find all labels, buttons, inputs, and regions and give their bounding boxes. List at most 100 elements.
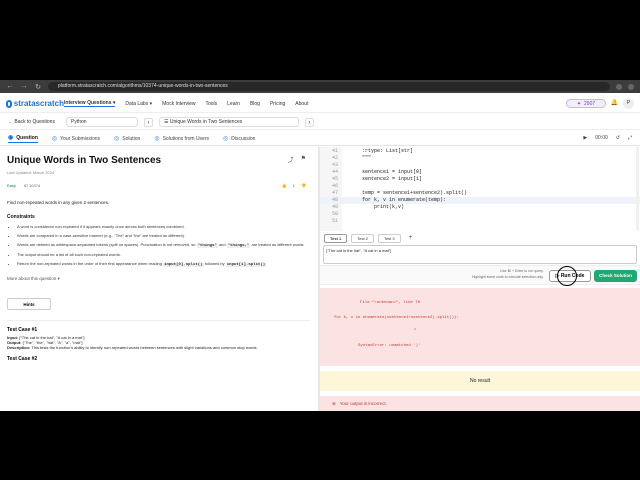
mouse-cursor-highlight [557,266,577,286]
play-icon[interactable]: ▶ [583,135,587,141]
line-number: 51 [331,218,338,224]
line-number: 42 [331,155,338,161]
avatar[interactable]: P [623,98,634,109]
logo-text: stratascratch [13,99,64,108]
constraint-text: are treated as different words. [251,242,305,247]
browser-forward-icon[interactable]: → [20,83,28,90]
next-question-button[interactable]: › [305,117,314,127]
divider [7,320,311,321]
line-code: :rtype: List[str] [350,148,414,154]
add-test-button[interactable]: + [405,235,413,241]
tab-question[interactable]: ◉ Question [8,134,38,143]
tab-discussion[interactable]: ◎ Discussion [223,135,255,143]
nav-mock-interview[interactable]: Mock Interview [162,101,195,107]
like-count: 1 [292,183,296,188]
browser-chrome: ← → ↻ platform.stratascratch.com/algorit… [0,80,640,93]
sparkle-icon: ✦ [576,100,582,107]
language-select[interactable]: Python [66,117,138,127]
thumbs-down-icon[interactable]: 👎 [301,183,306,188]
editor-scrollbar[interactable] [636,147,639,231]
nav-tools[interactable]: Tools [205,101,217,107]
site-header: stratascratch Interview Questions ▾ Data… [0,95,640,113]
nav-data-labs[interactable]: Data Labs ▾ [125,101,152,107]
constraint-text: Return the non-repeated words in the ord… [17,261,162,266]
line-number: 50 [331,211,338,217]
test-tabs: Test 1 Test 2 Test 3 + [320,233,640,243]
test-case-heading: Test Case #2 [7,356,38,362]
submissions-icon: ◎ [51,136,58,142]
bookmark-icon[interactable]: ⚑ [301,155,306,164]
selection-hint: Highlight some code to execute selection… [471,275,543,279]
address-bar[interactable]: platform.stratascratch.com/algorithms/10… [48,82,610,91]
more-about-question-link[interactable]: More about this question ▾ [7,276,311,282]
list-item: A word is considered non-repeated if it … [17,224,311,230]
question-pane: Unique Words in Two Sentences ⤴ ⚑ Last U… [0,147,318,411]
incorrect-banner: ⊗ Your output is incorrect. [320,396,640,411]
code-line: 47 temp = sentence1+sentence2).split() [320,190,640,197]
logo-mark-icon [6,99,12,108]
tab-test-2[interactable]: Test 2 [351,233,374,243]
question-tabs: ◉ Question ◎ Your Submissions ◎ Solution ◎ S… [0,132,640,146]
tab-solution[interactable]: ◎ Solution [114,135,141,143]
check-solution-button[interactable]: Check Solution [594,270,637,282]
question-toolbar: ← Back to Questions Python ‹ ☰ Unique Wo… [0,115,640,130]
browser-reload-icon[interactable]: ↻ [34,83,42,91]
page-title: Unique Words in Two Sentences [7,155,162,166]
code-line: 44 sentence1 = input[0] [320,169,640,176]
constraint-text: followed by [204,261,225,266]
code-line: 51 [320,218,640,225]
tab-solution-label: Solution [122,135,141,142]
streak-badge[interactable]: ✦ 2907 [566,99,606,108]
tab-test-3[interactable]: Test 3 [377,233,401,243]
prev-question-button[interactable]: ‹ [144,117,153,127]
app-screen: ← → ↻ platform.stratascratch.com/algorit… [0,80,640,411]
question-icon: ◉ [8,135,14,141]
list-item: Return the non-repeated words in the ord… [17,261,311,268]
line-number: 43 [331,162,338,168]
code-line: 45 sentence2 = input[1] [320,176,640,183]
share-icon[interactable]: ⤴ [288,155,294,164]
expand-icon[interactable]: ⤢ [628,135,632,141]
line-number: 44 [331,169,338,175]
error-output: File "<unknown>", line 76 for k, v in en… [320,288,640,366]
code-snippet: "things" [196,244,218,248]
profile-icon[interactable] [628,83,634,90]
tab-submissions-label: Your Submissions [60,135,101,142]
test-case-description: Description: This tests the function's a… [7,345,311,350]
nav-pricing[interactable]: Pricing [270,101,285,107]
description-value: This tests the function's ability to ide… [31,345,258,350]
logo[interactable]: stratascratch [6,99,64,108]
tab-test-1[interactable]: Test 1 [324,233,348,243]
browser-back-icon[interactable]: ← [6,83,14,90]
line-code: sentence1 = input[0] [350,169,423,175]
test-input-field[interactable]: ["The cat in the hat", "A cat in a mat"] [323,245,637,264]
reset-icon[interactable]: ↺ [616,135,620,141]
question-title-select[interactable]: ☰ Unique Words in Two Sentences [159,117,299,127]
users-icon: ◎ [154,136,160,142]
code-line: 46 [320,183,640,190]
code-editor[interactable]: 41 :rtype: List[str] 42 """ 43 44 senten… [320,147,640,231]
back-to-questions-link[interactable]: ← Back to Questions [8,119,60,125]
tab-question-label: Question [16,134,38,141]
nav-blog[interactable]: Blog [250,101,260,107]
editor-pane: 41 :rtype: List[str] 42 """ 43 44 senten… [320,147,640,411]
tab-your-submissions[interactable]: ◎ Your Submissions [51,135,101,143]
tab-solutions-from-users[interactable]: ◎ Solutions from Users [154,135,209,143]
notification-bell-icon[interactable]: 🔔 [611,99,618,106]
timer-area: ▶ 00:00 ↺ ⤢ [583,135,632,141]
line-code: for k, v in enumerate(temp): [350,197,447,203]
error-message: SyntaxError: unmatched ')' [358,344,421,348]
line-number: 48 [331,197,338,203]
nav-interview-questions[interactable]: Interview Questions ▾ [64,100,116,107]
list-item: Words are compared in a case-sensitive m… [17,233,311,239]
hints-button[interactable]: Hints [7,298,51,310]
nav-learn[interactable]: Learn [227,101,240,107]
code-line: 43 [320,162,640,169]
tab-users-label: Solutions from Users [162,135,209,142]
thumbs-up-icon[interactable]: 👍 [282,183,287,188]
error-line: for k, v in enumerate(sentence1+sentence… [334,316,459,320]
nav-about[interactable]: About [295,101,308,107]
line-number: 47 [331,190,338,196]
error-caret: ^ [414,329,417,333]
extension-icon[interactable] [616,83,622,90]
